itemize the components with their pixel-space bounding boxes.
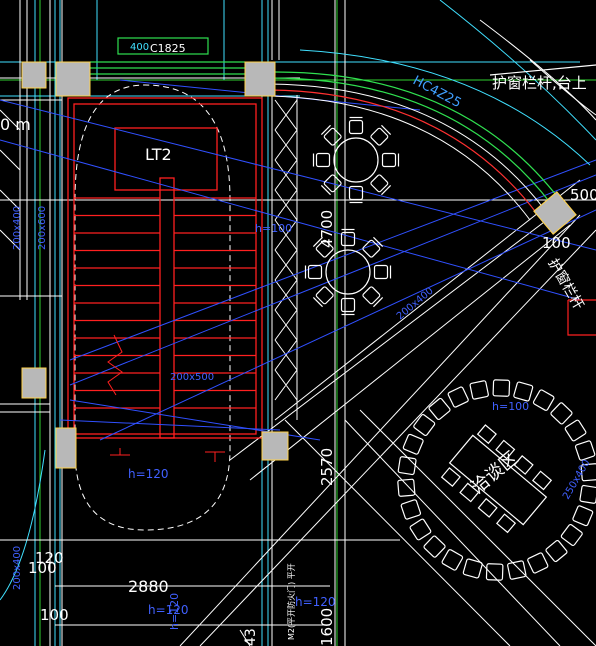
lounge-chair [550,402,573,425]
lounge-chair [492,379,511,397]
dim-2880: 2880 [128,577,169,596]
lounge-chair [413,414,436,437]
h-120-vert: h=120 [168,593,181,630]
lounge-chair [513,381,534,402]
chair [381,152,397,168]
stair-tag: LT2 [145,145,172,164]
beams [0,79,596,441]
railing-code: HC4Z25 [410,73,463,111]
lounge-chair [564,419,587,442]
lounge-chair [579,484,596,504]
stair-break-marks [107,334,225,462]
lounge-chair [409,518,432,541]
lounge-chair [462,558,483,579]
lounge-chair [423,535,446,558]
chair [348,119,364,135]
beam-200x400-bottom: 200x400 [12,546,23,590]
column [55,61,91,97]
bottom-mark-43: 43 [243,628,259,646]
lounge-table-chair [495,513,517,534]
lounge-table-chair [477,497,498,518]
chair-back [312,297,323,308]
lounge-table-chair [440,467,461,487]
chair [315,152,331,168]
h-120-bottom2: h=120 [295,595,336,609]
beam-200x500: 200x500 [170,372,214,383]
chair [340,297,356,313]
lounge-chair [469,380,489,400]
beam-200x600-left: 200x600 [37,206,48,250]
h-120: h=120 [128,467,169,481]
beam-200x400: 200x400 [395,286,436,323]
chair-back [320,185,331,196]
vertical-note: M2(平开防火门) 平开 [286,563,296,640]
lounge-chair [441,549,464,571]
window-code: C1825 [150,42,186,55]
chair-back [381,124,392,135]
beam-200x400-left: 200x400 [12,206,23,250]
lounge-chair [400,499,422,520]
lounge-chair [545,539,568,563]
lounge-chair [572,505,594,527]
column [55,427,77,469]
dim-4700: 4700 [318,210,336,248]
column [21,61,47,89]
chair [307,264,323,280]
column [261,431,289,461]
lounge-label: 洽谈区 [467,448,522,499]
lounge-chair [507,560,527,580]
round-table [333,137,379,183]
walls [0,0,596,646]
chair [373,264,389,280]
lounge-table-chair [531,470,553,491]
cad-drawing: C1825 400 LT2 HC4Z25 护窗栏杆,台上 护窗栏杆 4700 2… [0,0,596,646]
furniture [304,116,596,581]
chair-back [373,297,384,308]
lounge-chair [560,523,583,546]
h-100-stair: h=100 [255,222,292,235]
railing-note-right: 护窗栏杆 [545,256,588,313]
column [21,367,47,399]
window-dim: 400 [130,42,149,53]
lounge-chair [428,397,451,421]
dim-100-a: 100 [28,559,57,577]
lounge-chair [397,478,416,497]
text-labels: C1825 400 LT2 HC4Z25 护窗栏杆,台上 护窗栏杆 4700 2… [0,42,596,646]
dim-2570: 2570 [318,448,336,486]
lounge-chair [527,552,549,574]
floor-plan-canvas: C1825 400 LT2 HC4Z25 护窗栏杆,台上 护窗栏杆 4700 2… [0,0,596,646]
curved-curtain-wall [269,0,596,221]
railing-note: 护窗栏杆,台上 [492,74,587,92]
lounge-chair [532,389,555,411]
chair-back [381,185,392,196]
axis-lines [0,0,596,646]
dim-100-right: 100 [542,234,571,252]
dim-1600: 1600 [318,608,336,646]
dim-100-b: 100 [40,606,69,624]
column [244,61,276,97]
lounge-table-chair [476,424,497,445]
lounge-chair [402,433,424,455]
dim-500-right: 500 [570,186,596,204]
lounge-chair [397,456,417,476]
h-100: h=100 [492,400,529,413]
chair-back [320,124,331,135]
beam-250x400-right: 250x400 [561,458,593,502]
lounge-chair [447,386,469,408]
lounge-chair [574,440,596,461]
left-mark: 0 m [0,115,31,134]
round-table [325,249,371,295]
